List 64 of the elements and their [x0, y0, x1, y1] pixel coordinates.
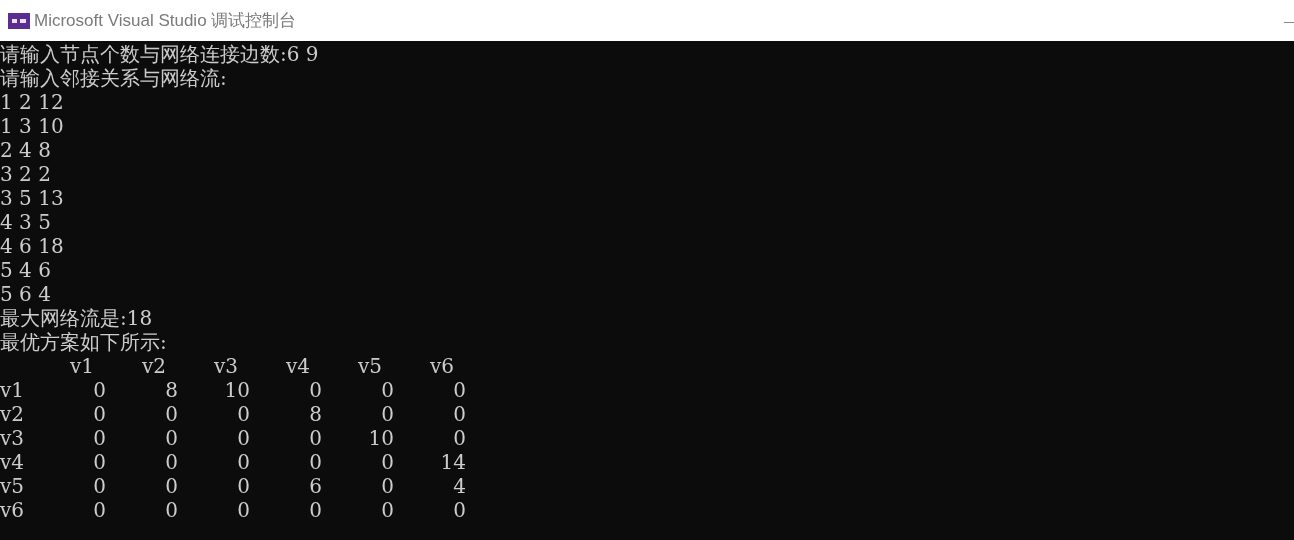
table-cell: 0 — [93, 498, 106, 522]
table-cell: 0 — [237, 402, 250, 426]
column-header: v1 — [69, 354, 94, 378]
row-header: v2 — [0, 402, 25, 426]
table-cell: 0 — [453, 402, 466, 426]
table-cell: 14 — [440, 450, 466, 474]
console-line: 1 2 12 — [0, 90, 64, 114]
table-cell: 0 — [453, 378, 466, 402]
table-cell: 10 — [224, 378, 250, 402]
console-line: 5 6 4 — [0, 282, 51, 306]
table-cell: 0 — [381, 378, 394, 402]
table-cell: 0 — [381, 498, 394, 522]
table-cell: 0 — [237, 498, 250, 522]
console-app-icon — [8, 12, 30, 29]
row-header: v1 — [0, 378, 25, 402]
table-cell: 0 — [309, 378, 322, 402]
console-line: 请输入邻接关系与网络流: — [0, 66, 227, 90]
table-cell: 4 — [453, 474, 466, 498]
column-header: v6 — [429, 354, 454, 378]
table-cell: 8 — [165, 378, 178, 402]
table-cell: 0 — [93, 402, 106, 426]
table-cell: 0 — [93, 450, 106, 474]
table-cell: 0 — [309, 498, 322, 522]
console-line: 最优方案如下所示: — [0, 330, 167, 354]
table-cell: 0 — [165, 426, 178, 450]
console-line: 2 4 8 — [0, 138, 51, 162]
table-cell: 6 — [309, 474, 322, 498]
column-header: v2 — [141, 354, 166, 378]
table-cell: 10 — [368, 426, 394, 450]
console-line: 请输入节点个数与网络连接边数:6 9 — [0, 42, 319, 66]
table-cell: 0 — [165, 402, 178, 426]
row-header: v3 — [0, 426, 25, 450]
console-line: 最大网络流是:18 — [0, 306, 153, 330]
row-header: v5 — [0, 474, 25, 498]
console-line: 4 6 18 — [0, 234, 64, 258]
table-cell: 0 — [93, 426, 106, 450]
console-line: 4 3 5 — [0, 210, 51, 234]
table-cell: 0 — [381, 402, 394, 426]
table-cell: 8 — [309, 402, 322, 426]
table-cell: 0 — [309, 426, 322, 450]
table-cell: 0 — [165, 474, 178, 498]
table-cell: 0 — [93, 378, 106, 402]
console-line: 3 5 13 — [0, 186, 64, 210]
table-cell: 0 — [381, 450, 394, 474]
table-cell: 0 — [453, 498, 466, 522]
table-cell: 0 — [309, 450, 322, 474]
table-cell: 0 — [165, 450, 178, 474]
table-cell: 0 — [237, 426, 250, 450]
table-cell: 0 — [237, 450, 250, 474]
console-line: 3 2 2 — [0, 162, 51, 186]
minimize-icon[interactable] — [1284, 21, 1294, 24]
console-line: 1 3 10 — [0, 114, 64, 138]
table-cell: 0 — [381, 474, 394, 498]
table-cell: 0 — [237, 474, 250, 498]
console-line: 5 4 6 — [0, 258, 51, 282]
row-header: v4 — [0, 450, 25, 474]
column-header: v3 — [213, 354, 238, 378]
column-header: v4 — [285, 354, 310, 378]
table-cell: 0 — [93, 474, 106, 498]
table-cell: 0 — [453, 426, 466, 450]
window-title: Microsoft Visual Studio 调试控制台 — [34, 9, 297, 32]
row-header: v6 — [0, 498, 25, 522]
table-cell: 0 — [165, 498, 178, 522]
column-header: v5 — [357, 354, 382, 378]
